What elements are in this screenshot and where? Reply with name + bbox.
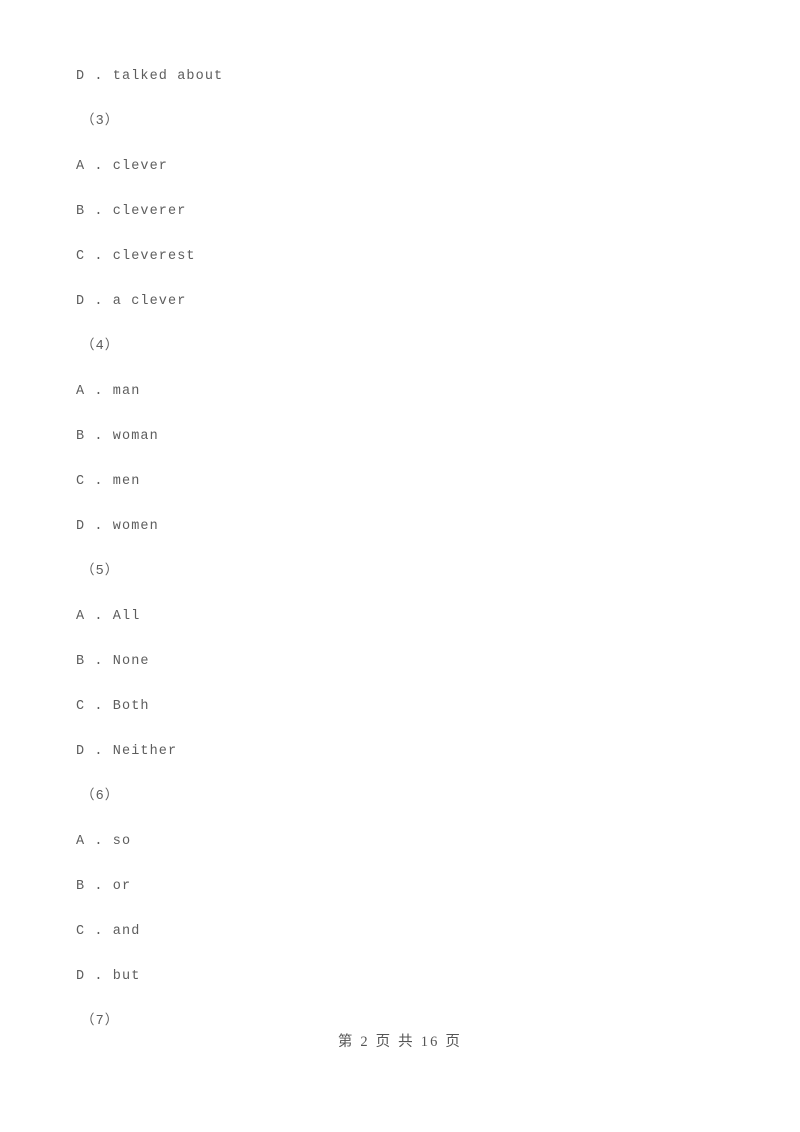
answer-option[interactable]: D . talked about [0,54,800,99]
question-list: D . talked about （3） A . clever B . clevere… [0,0,800,1044]
question-number: （4） [81,339,120,354]
answer-option[interactable]: C . and [0,909,800,954]
answer-option[interactable]: B . or [0,864,800,909]
answer-option[interactable]: D . a clever [0,279,800,324]
answer-option[interactable]: A . so [0,819,800,864]
answer-option[interactable]: D . women [0,504,800,549]
question-number: （6） [81,789,120,804]
question-number: （5） [81,564,120,579]
document-page: D . talked about （3） A . clever B . clevere… [0,0,800,1132]
answer-option[interactable]: B . cleverer [0,189,800,234]
answer-option[interactable]: C . cleverest [0,234,800,279]
answer-option[interactable]: A . clever [0,144,800,189]
answer-option[interactable]: D . but [0,954,800,999]
answer-option[interactable]: A . All [0,594,800,639]
answer-option[interactable]: A . man [0,369,800,414]
answer-option[interactable]: C . men [0,459,800,504]
page-footer: 第 2 页 共 16 页 [337,1034,463,1050]
answer-option[interactable]: D . Neither [0,729,800,774]
answer-option[interactable]: B . None [0,639,800,684]
answer-option[interactable]: B . woman [0,414,800,459]
question-number: （3） [81,114,120,129]
answer-option[interactable]: C . Both [0,684,800,729]
